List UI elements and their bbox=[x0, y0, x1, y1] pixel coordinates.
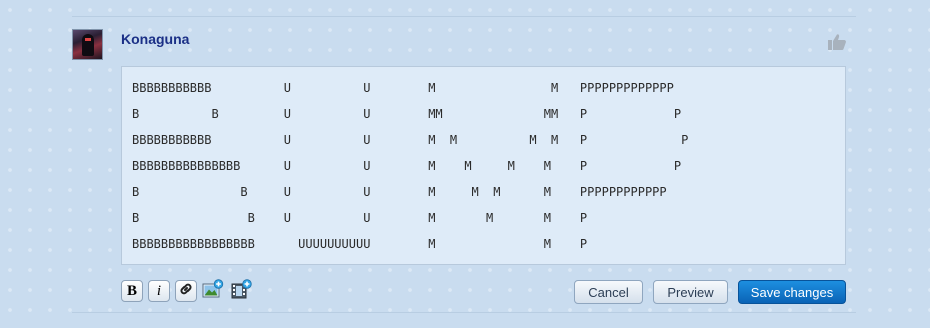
preview-button[interactable]: Preview bbox=[653, 280, 728, 304]
link-icon bbox=[178, 281, 194, 302]
italic-button[interactable]: i bbox=[148, 280, 170, 302]
insert-media-button[interactable] bbox=[231, 278, 253, 304]
save-changes-button[interactable]: Save changes bbox=[738, 280, 846, 304]
bold-button[interactable]: B bbox=[121, 280, 143, 302]
insert-image-icon bbox=[202, 278, 224, 304]
thumbs-up-icon[interactable] bbox=[827, 33, 847, 51]
link-button[interactable] bbox=[175, 280, 197, 302]
divider-top bbox=[72, 16, 856, 17]
insert-media-icon bbox=[231, 278, 253, 304]
avatar-eyes bbox=[85, 38, 91, 41]
message-textarea[interactable]: BBBBBBBBBBB U U M M PPPPPPPPPPPPP B B U … bbox=[122, 67, 845, 264]
username[interactable]: Konaguna bbox=[121, 31, 189, 47]
divider-bottom bbox=[72, 312, 856, 313]
message-editor[interactable]: BBBBBBBBBBB U U M M PPPPPPPPPPPPP B B U … bbox=[121, 66, 846, 265]
cancel-button[interactable]: Cancel bbox=[574, 280, 643, 304]
insert-image-button[interactable] bbox=[202, 278, 224, 304]
avatar[interactable] bbox=[72, 29, 103, 60]
